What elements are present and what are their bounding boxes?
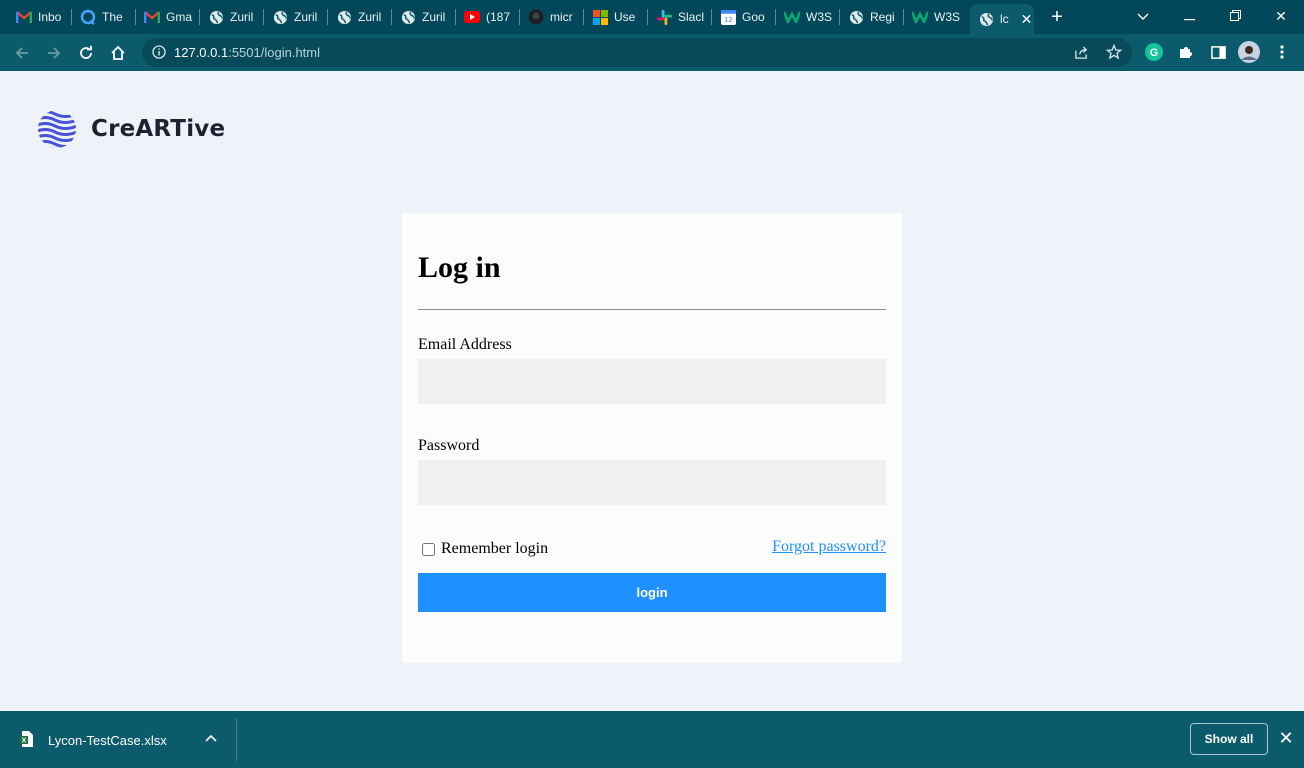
minimize-icon[interactable] bbox=[1178, 6, 1200, 26]
close-tab-icon[interactable]: ✕ bbox=[1021, 11, 1033, 28]
browser-menu-icon[interactable] bbox=[1271, 41, 1293, 63]
password-label: Password bbox=[418, 437, 480, 454]
download-bar: X Lycon-TestCase.xlsx Show all ✕ bbox=[0, 711, 1304, 768]
w3schools-icon bbox=[912, 9, 928, 25]
tab-13[interactable]: W3S bbox=[776, 4, 840, 30]
bookmark-star-icon[interactable] bbox=[1105, 43, 1123, 65]
tab-label: Use bbox=[614, 10, 636, 24]
remember-login-label: Remember login bbox=[441, 540, 549, 557]
password-field[interactable] bbox=[418, 460, 886, 505]
close-download-bar-icon[interactable]: ✕ bbox=[1278, 728, 1294, 749]
login-button[interactable]: login bbox=[418, 573, 886, 612]
download-file-name: Lycon-TestCase.xlsx bbox=[48, 733, 167, 748]
tab-label: Zuril bbox=[358, 10, 382, 24]
tab-9[interactable]: micr bbox=[520, 4, 584, 30]
tab-label: Regi bbox=[870, 10, 895, 24]
show-all-button[interactable]: Show all bbox=[1190, 723, 1268, 755]
tab-search-icon[interactable] bbox=[1132, 6, 1154, 26]
calendar-icon: 12 bbox=[720, 9, 736, 25]
new-tab-icon[interactable]: + bbox=[1046, 6, 1068, 28]
title-divider bbox=[418, 309, 886, 310]
brand-logo[interactable]: CreARTive bbox=[37, 108, 225, 150]
gmail-icon bbox=[144, 9, 160, 25]
share-icon[interactable] bbox=[1074, 45, 1089, 65]
remember-login-checkbox[interactable] bbox=[422, 542, 435, 556]
tab-3[interactable]: Gma bbox=[136, 4, 200, 30]
site-info-icon[interactable] bbox=[152, 45, 166, 64]
restore-icon[interactable] bbox=[1224, 6, 1246, 26]
tab-6[interactable]: Zuril bbox=[328, 4, 392, 30]
tab-label: W3S bbox=[934, 10, 961, 24]
excel-file-icon: X bbox=[20, 731, 34, 750]
globe-icon bbox=[978, 11, 994, 27]
globe-icon bbox=[848, 9, 864, 25]
tab-14[interactable]: Regi bbox=[840, 4, 904, 30]
globe-icon bbox=[272, 9, 288, 25]
avatar[interactable] bbox=[1238, 41, 1260, 63]
tab-5[interactable]: Zuril bbox=[264, 4, 328, 30]
home-icon[interactable] bbox=[106, 41, 130, 65]
tab-label: Zuril bbox=[230, 10, 254, 24]
tab-16-active[interactable]: lc ✕ bbox=[970, 4, 1034, 34]
email-label: Email Address bbox=[418, 336, 512, 353]
w3schools-icon bbox=[784, 9, 800, 25]
tab-4[interactable]: Zuril bbox=[200, 4, 264, 30]
close-window-icon[interactable]: ✕ bbox=[1270, 6, 1292, 26]
remember-login: Remember login bbox=[422, 540, 548, 558]
tab-label: Goo bbox=[742, 10, 765, 24]
tab-2[interactable]: The bbox=[72, 4, 136, 30]
tab-label: Gma bbox=[166, 10, 193, 24]
chevron-up-icon[interactable] bbox=[205, 731, 217, 745]
tab-strip: Inbo The Gma Zuril Zuril Zuril Zuril (18… bbox=[0, 0, 1304, 34]
tab-label: Zuril bbox=[422, 10, 446, 24]
svg-text:12: 12 bbox=[724, 15, 732, 24]
email-field[interactable] bbox=[418, 359, 886, 404]
tab-11[interactable]: Slacl bbox=[648, 4, 712, 30]
login-title: Log in bbox=[418, 251, 501, 284]
tab-15[interactable]: W3S bbox=[904, 4, 968, 30]
tab-label: lc bbox=[1000, 12, 1009, 26]
brand-name: CreARTive bbox=[91, 116, 226, 142]
url-text: 127.0.0.1:5501/login.html bbox=[174, 45, 320, 60]
globe-icon bbox=[336, 9, 352, 25]
forward-icon[interactable] bbox=[42, 41, 66, 65]
slack-icon bbox=[656, 9, 672, 25]
extensions-puzzle-icon[interactable] bbox=[1175, 41, 1197, 63]
back-icon[interactable] bbox=[10, 41, 34, 65]
tab-label: The bbox=[102, 10, 123, 24]
youtube-icon bbox=[464, 9, 480, 25]
tab-label: Inbo bbox=[38, 10, 62, 24]
address-bar[interactable]: 127.0.0.1:5501/login.html bbox=[142, 38, 1132, 67]
grammarly-icon[interactable]: G bbox=[1143, 41, 1165, 63]
circle-arrow-icon bbox=[80, 9, 96, 25]
svg-text:G: G bbox=[1150, 47, 1159, 59]
browser-toolbar: 127.0.0.1:5501/login.html G bbox=[0, 34, 1304, 71]
tab-1[interactable]: Inbo bbox=[8, 4, 72, 30]
tab-label: (187 bbox=[486, 10, 511, 24]
microsoft-icon bbox=[592, 9, 608, 25]
github-icon bbox=[528, 9, 544, 25]
tab-label: micr bbox=[550, 10, 573, 24]
download-item[interactable]: X Lycon-TestCase.xlsx bbox=[20, 731, 167, 750]
login-card: Log in Email Address Password Remember l… bbox=[402, 213, 902, 663]
tab-label: Slacl bbox=[678, 10, 705, 24]
forgot-password-link[interactable]: Forgot password? bbox=[772, 538, 886, 556]
svg-text:X: X bbox=[22, 738, 27, 745]
gmail-icon bbox=[16, 9, 32, 25]
tab-8[interactable]: (187 bbox=[456, 4, 520, 30]
waves-logo-icon bbox=[38, 110, 76, 148]
tab-10[interactable]: Use bbox=[584, 4, 648, 30]
tab-label: Zuril bbox=[294, 10, 318, 24]
globe-icon bbox=[400, 9, 416, 25]
tab-12[interactable]: 12 Goo bbox=[712, 4, 776, 30]
download-divider bbox=[236, 718, 237, 761]
globe-icon bbox=[208, 9, 224, 25]
side-panel-icon[interactable] bbox=[1207, 41, 1229, 63]
tab-7[interactable]: Zuril bbox=[392, 4, 456, 30]
tab-label: W3S bbox=[806, 10, 833, 24]
reload-icon[interactable] bbox=[74, 41, 98, 65]
